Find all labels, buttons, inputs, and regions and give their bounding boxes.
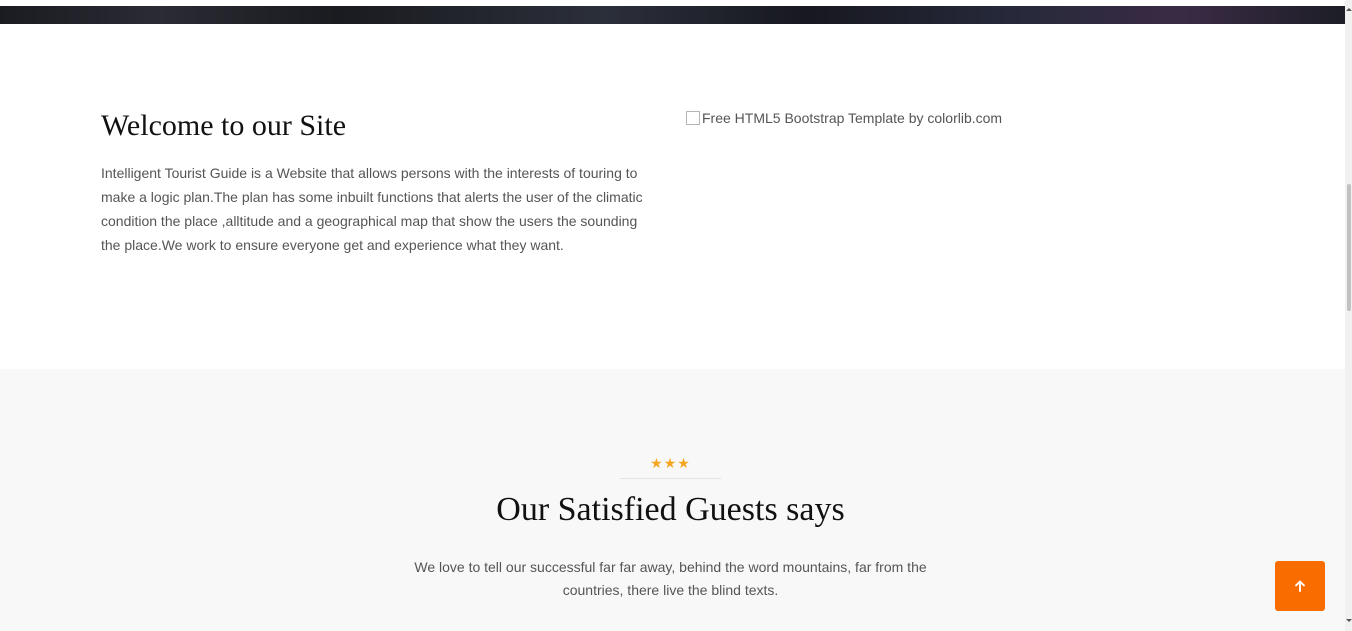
testimonials-section: ★★★ Our Satisfied Guests says We love to… <box>0 369 1345 631</box>
star-rating-icon: ★★★ <box>650 455 691 471</box>
scroll-down-icon[interactable] <box>1346 619 1352 622</box>
hero-banner-bottom <box>0 0 1345 24</box>
scroll-up-icon[interactable] <box>1346 8 1352 11</box>
broken-image-icon <box>686 111 700 125</box>
back-to-top-button[interactable] <box>1275 561 1325 611</box>
scrollbar[interactable] <box>1345 0 1352 631</box>
welcome-text: Intelligent Tourist Guide is a Website t… <box>101 165 643 253</box>
welcome-image: Free HTML5 Bootstrap Template by colorli… <box>686 110 1002 126</box>
welcome-title: Welcome to our Site <box>101 109 347 142</box>
arrow-up-icon <box>1295 580 1305 592</box>
scrollbar-thumb[interactable] <box>1347 184 1351 311</box>
divider <box>620 478 721 479</box>
testimonials-title: Our Satisfied Guests says <box>496 491 845 528</box>
welcome-image-alt: Free HTML5 Bootstrap Template by colorli… <box>702 110 1003 126</box>
banner-top-strip <box>0 0 1345 6</box>
welcome-section: Welcome to our Site Intelligent Tourist … <box>0 24 1345 369</box>
testimonials-text: We love to tell our successful far far a… <box>414 559 927 598</box>
